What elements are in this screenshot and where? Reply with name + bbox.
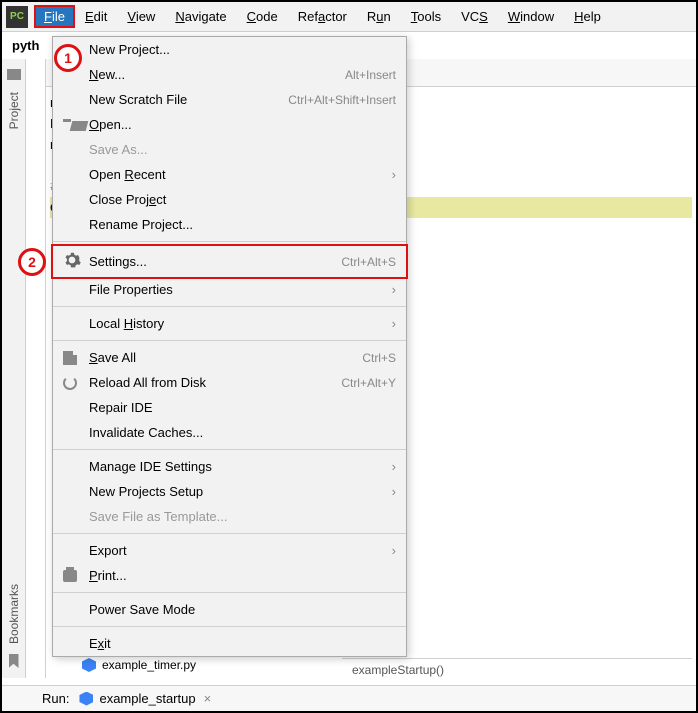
project-tree[interactable]	[26, 59, 46, 678]
menu-item-local-history[interactable]: Local History›	[53, 311, 406, 336]
file-name: example_timer.py	[102, 656, 196, 674]
menu-item-new[interactable]: New...Alt+Insert	[53, 62, 406, 87]
menu-item-print[interactable]: Print...	[53, 563, 406, 588]
menu-item-label: Rename Project...	[89, 217, 396, 232]
menu-item-repair-ide[interactable]: Repair IDE	[53, 395, 406, 420]
menubar: PC FileEditViewNavigateCodeRefactorRunTo…	[2, 2, 696, 32]
menu-item-export[interactable]: Export›	[53, 538, 406, 563]
menu-item-label: New...	[89, 67, 345, 82]
menu-code[interactable]: Code	[237, 5, 288, 28]
menu-window[interactable]: Window	[498, 5, 564, 28]
menu-item-save-file-as-template: Save File as Template...	[53, 504, 406, 529]
menu-vcs[interactable]: VCS	[451, 5, 498, 28]
gear-icon	[63, 251, 81, 272]
menu-item-label: Exit	[89, 636, 396, 651]
menu-view[interactable]: View	[117, 5, 165, 28]
submenu-arrow-icon: ›	[392, 484, 396, 499]
menu-item-label: Export	[89, 543, 392, 558]
menu-file[interactable]: File	[34, 5, 75, 28]
menu-tools[interactable]: Tools	[401, 5, 451, 28]
menu-item-label: Settings...	[89, 254, 341, 269]
app-icon: PC	[6, 6, 28, 28]
menu-item-open[interactable]: Open...	[53, 112, 406, 137]
run-config-name: example_startup	[99, 691, 195, 706]
bookmarks-tool-icon[interactable]	[9, 654, 19, 668]
menu-item-label: Reload All from Disk	[89, 375, 341, 390]
menu-shortcut: Alt+Insert	[345, 68, 396, 82]
project-tool-icon[interactable]	[7, 69, 21, 80]
menu-shortcut: Ctrl+Alt+S	[341, 255, 396, 269]
file-entry[interactable]: example_timer.py	[82, 656, 196, 674]
menu-item-file-properties[interactable]: File Properties›	[53, 277, 406, 302]
menu-item-exit[interactable]: Exit	[53, 631, 406, 656]
menu-item-label: New Project...	[89, 42, 396, 57]
menu-item-label: Save All	[89, 350, 362, 365]
submenu-arrow-icon: ›	[392, 543, 396, 558]
submenu-arrow-icon: ›	[392, 459, 396, 474]
disk-icon	[63, 351, 81, 365]
left-tool-strip: Project Bookmarks	[2, 59, 26, 678]
menu-item-label: Save As...	[89, 142, 396, 157]
menu-item-label: Invalidate Caches...	[89, 425, 396, 440]
menu-shortcut: Ctrl+Alt+Y	[341, 376, 396, 390]
menu-shortcut: Ctrl+Alt+Shift+Insert	[288, 93, 396, 107]
menu-item-label: Open Recent	[89, 167, 392, 182]
callout-2: 2	[18, 248, 46, 276]
menu-item-invalidate-caches[interactable]: Invalidate Caches...	[53, 420, 406, 445]
python-file-icon	[79, 692, 93, 706]
menu-help[interactable]: Help	[564, 5, 611, 28]
menu-item-save-all[interactable]: Save AllCtrl+S	[53, 345, 406, 370]
menu-navigate[interactable]: Navigate	[165, 5, 236, 28]
submenu-arrow-icon: ›	[392, 167, 396, 182]
project-tool-label[interactable]: Project	[7, 92, 21, 129]
bookmarks-tool-label[interactable]: Bookmarks	[7, 584, 21, 644]
python-file-icon	[82, 658, 96, 672]
menu-item-label: Repair IDE	[89, 400, 396, 415]
menu-item-new-project[interactable]: New Project...	[53, 37, 406, 62]
breadcrumb-function: exampleStartup()	[342, 658, 692, 681]
menu-item-save-as: Save As...	[53, 137, 406, 162]
run-label: Run:	[42, 691, 69, 706]
menu-item-label: Local History	[89, 316, 392, 331]
menu-item-power-save-mode[interactable]: Power Save Mode	[53, 597, 406, 622]
menu-item-label: Manage IDE Settings	[89, 459, 392, 474]
menu-run[interactable]: Run	[357, 5, 401, 28]
run-close-icon[interactable]: ×	[204, 691, 212, 706]
menu-item-label: Open...	[89, 117, 396, 132]
menu-item-settings[interactable]: Settings...Ctrl+Alt+S	[51, 244, 408, 279]
menu-edit[interactable]: Edit	[75, 5, 117, 28]
menu-item-new-scratch-file[interactable]: New Scratch FileCtrl+Alt+Shift+Insert	[53, 87, 406, 112]
menu-item-label: Power Save Mode	[89, 602, 396, 617]
print-icon	[63, 570, 81, 582]
menu-item-label: File Properties	[89, 282, 392, 297]
menu-item-label: New Scratch File	[89, 92, 288, 107]
file-menu-dropdown: New Project...New...Alt+InsertNew Scratc…	[52, 36, 407, 657]
menu-item-label: Print...	[89, 568, 396, 583]
menu-item-open-recent[interactable]: Open Recent›	[53, 162, 406, 187]
menu-item-manage-ide-settings[interactable]: Manage IDE Settings›	[53, 454, 406, 479]
submenu-arrow-icon: ›	[392, 316, 396, 331]
menu-item-rename-project[interactable]: Rename Project...	[53, 212, 406, 237]
menu-item-new-projects-setup[interactable]: New Projects Setup›	[53, 479, 406, 504]
menu-item-label: Save File as Template...	[89, 509, 396, 524]
run-tool-bar[interactable]: Run: example_startup ×	[2, 685, 696, 711]
menu-item-reload-all-from-disk[interactable]: Reload All from DiskCtrl+Alt+Y	[53, 370, 406, 395]
callout-1: 1	[54, 44, 82, 72]
menu-refactor[interactable]: Refactor	[288, 5, 357, 28]
submenu-arrow-icon: ›	[392, 282, 396, 297]
folder-open-icon	[63, 119, 81, 131]
menu-shortcut: Ctrl+S	[362, 351, 396, 365]
menu-item-label: Close Project	[89, 192, 396, 207]
menu-item-label: New Projects Setup	[89, 484, 392, 499]
reload-icon	[63, 376, 81, 390]
menu-item-close-project[interactable]: Close Project	[53, 187, 406, 212]
